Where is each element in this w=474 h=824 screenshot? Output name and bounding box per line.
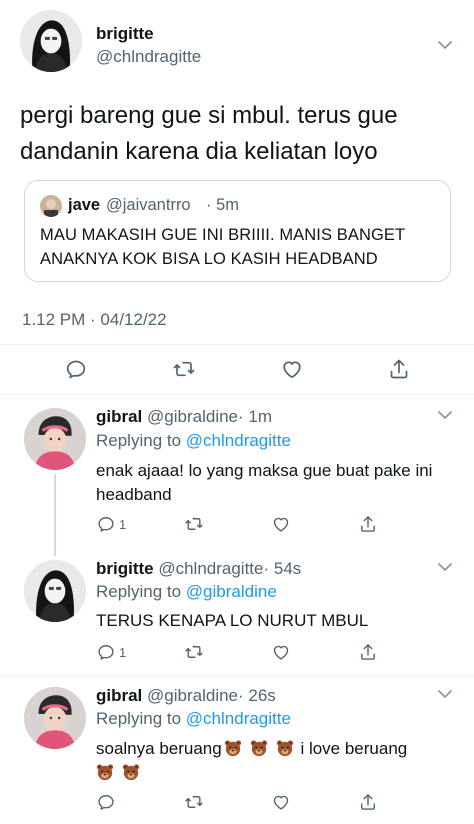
retweet-button[interactable] (184, 792, 204, 812)
thread-line (54, 474, 56, 556)
reply-time: · 1m (238, 407, 273, 426)
quoted-tweet[interactable]: jave @jaivantrro · 5m MAU MAKASIH GUE IN… (24, 180, 451, 282)
chevron-down-icon[interactable] (437, 410, 453, 420)
reply-author-handle[interactable]: @gibraldine (147, 686, 238, 705)
reply-author-name[interactable]: gibral (96, 686, 142, 705)
replying-to: Replying to @chlndragitte (96, 430, 291, 452)
bear-face-icon (122, 763, 140, 781)
bear-face-icon (224, 739, 242, 757)
replying-to-handle[interactable]: @gibraldine (186, 582, 277, 601)
reply-button[interactable] (64, 357, 88, 381)
retweet-button[interactable] (184, 642, 204, 662)
like-button[interactable] (271, 792, 291, 812)
divider (0, 676, 474, 677)
replying-to-handle[interactable]: @chlndragitte (186, 431, 291, 450)
divider (0, 394, 474, 395)
quote-text: MAU MAKASIH GUE INI BRIIII. MANIS BANGET… (40, 226, 405, 268)
reply-author-handle[interactable]: @gibraldine (147, 407, 238, 426)
bear-face-icon (96, 763, 114, 781)
reply-text-part: i love beruang (295, 739, 408, 758)
reply-text: enak ajaaa! lo yang maksa gue buat pake … (96, 461, 433, 504)
reply-count: 1 (119, 644, 127, 660)
replying-to-label: Replying to (96, 582, 182, 601)
author-handle[interactable]: @chlndragitte (96, 47, 201, 67)
reply-header: gibral @gibraldine· 26s (96, 685, 276, 707)
reply-count: 1 (119, 516, 127, 532)
reply-button[interactable] (96, 792, 116, 812)
divider (0, 344, 474, 345)
reply-text: soalnya beruang i love beruang (96, 737, 456, 785)
replying-to: Replying to @chlndragitte (96, 708, 291, 730)
reply-author-name[interactable]: brigitte (96, 559, 154, 578)
avatar[interactable] (24, 408, 86, 470)
quote-time: · 5m (206, 196, 239, 214)
share-button[interactable] (358, 792, 378, 812)
chevron-down-icon[interactable] (437, 689, 453, 699)
avatar[interactable] (20, 10, 82, 72)
share-button[interactable] (387, 357, 411, 381)
replying-to: Replying to @gibraldine (96, 581, 277, 603)
retweet-button[interactable] (184, 514, 204, 534)
reply-button[interactable]: 1 (96, 642, 126, 662)
bear-face-icon (276, 739, 294, 757)
share-button[interactable] (358, 514, 378, 534)
reply-time: · 54s (263, 559, 302, 578)
avatar[interactable] (24, 560, 86, 622)
quote-author-name: jave (68, 196, 101, 214)
reply-button[interactable]: 1 (96, 514, 126, 534)
replying-to-label: Replying to (96, 709, 182, 728)
replying-to-label: Replying to (96, 431, 182, 450)
replying-to-handle[interactable]: @chlndragitte (186, 709, 291, 728)
reply-author-handle[interactable]: @chlndragitte (158, 559, 263, 578)
like-button[interactable] (271, 514, 291, 534)
avatar[interactable] (24, 687, 86, 749)
author-name[interactable]: brigitte (96, 24, 154, 44)
reply-text: TERUS KENAPA LO NURUT MBUL (96, 611, 369, 630)
share-button[interactable] (358, 642, 378, 662)
bear-face-icon (250, 739, 268, 757)
reply-header: brigitte @chlndragitte· 54s (96, 558, 301, 580)
like-button[interactable] (280, 357, 304, 381)
chevron-down-icon[interactable] (437, 40, 453, 50)
reply-author-name[interactable]: gibral (96, 407, 142, 426)
reply-header: gibral @gibraldine· 1m (96, 406, 272, 428)
chevron-down-icon[interactable] (437, 562, 453, 572)
quote-avatar (40, 195, 62, 217)
reply-time: · 26s (238, 686, 276, 705)
retweet-button[interactable] (172, 357, 196, 381)
reply-text-part: soalnya beruang (96, 739, 222, 758)
tweet-text: pergi bareng gue si mbul. terus gue dand… (20, 102, 398, 165)
quote-author-handle: @jaivantrro (106, 196, 191, 214)
tweet-timestamp: 1.12 PM · 04/12/22 (22, 310, 167, 329)
like-button[interactable] (271, 642, 291, 662)
